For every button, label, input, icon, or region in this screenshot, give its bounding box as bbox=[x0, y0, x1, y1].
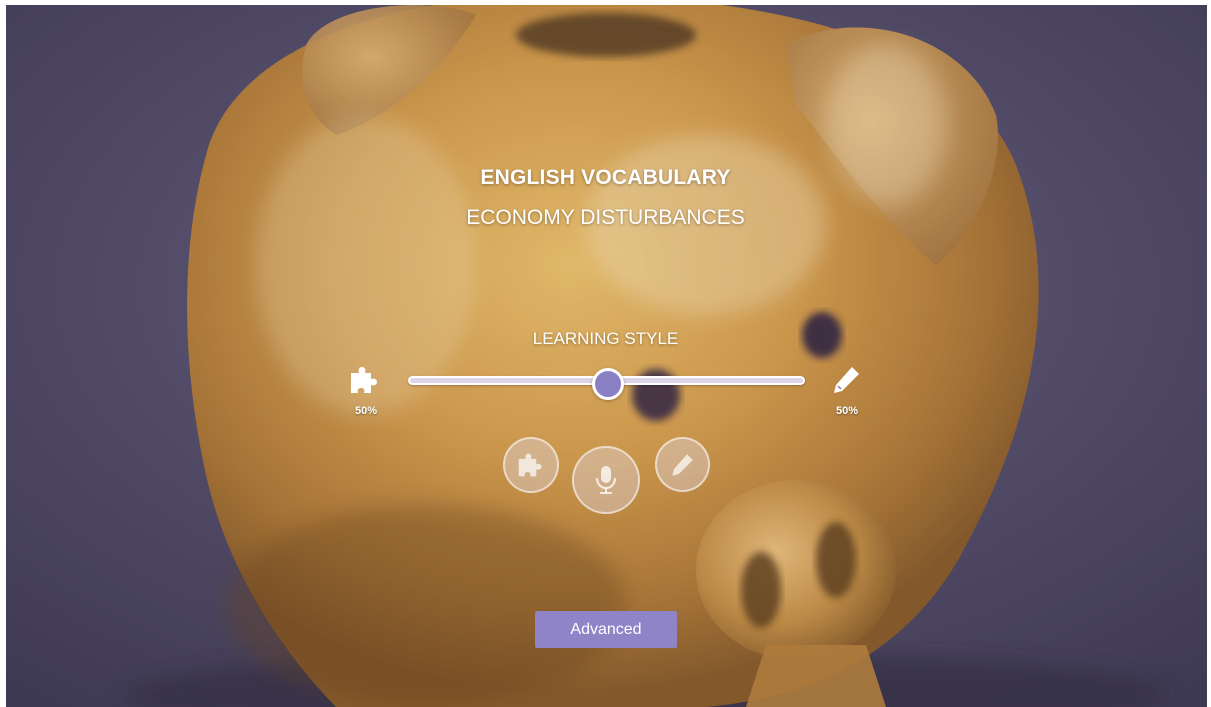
microphone-icon bbox=[595, 466, 617, 494]
course-subtitle: ECONOMY DISTURBANCES bbox=[466, 206, 745, 229]
left-percent: 50% bbox=[354, 405, 378, 417]
pencil-mode-button[interactable] bbox=[655, 437, 710, 492]
piggy-bank-photo bbox=[6, 5, 1207, 707]
puzzle-icon bbox=[518, 453, 542, 477]
slider-thumb[interactable] bbox=[591, 368, 624, 400]
learning-style-label: LEARNING STYLE bbox=[532, 329, 679, 348]
course-title: ENGLISH VOCABULARY bbox=[480, 166, 731, 189]
pencil-icon bbox=[671, 453, 693, 476]
hero-background bbox=[6, 5, 1207, 707]
pencil-icon bbox=[834, 367, 859, 393]
right-percent: 50% bbox=[835, 405, 859, 417]
puzzle-icon bbox=[351, 367, 377, 393]
microphone-mode-button[interactable] bbox=[572, 446, 640, 514]
advanced-button[interactable]: Advanced bbox=[535, 611, 677, 648]
puzzle-mode-button[interactable] bbox=[503, 437, 559, 493]
